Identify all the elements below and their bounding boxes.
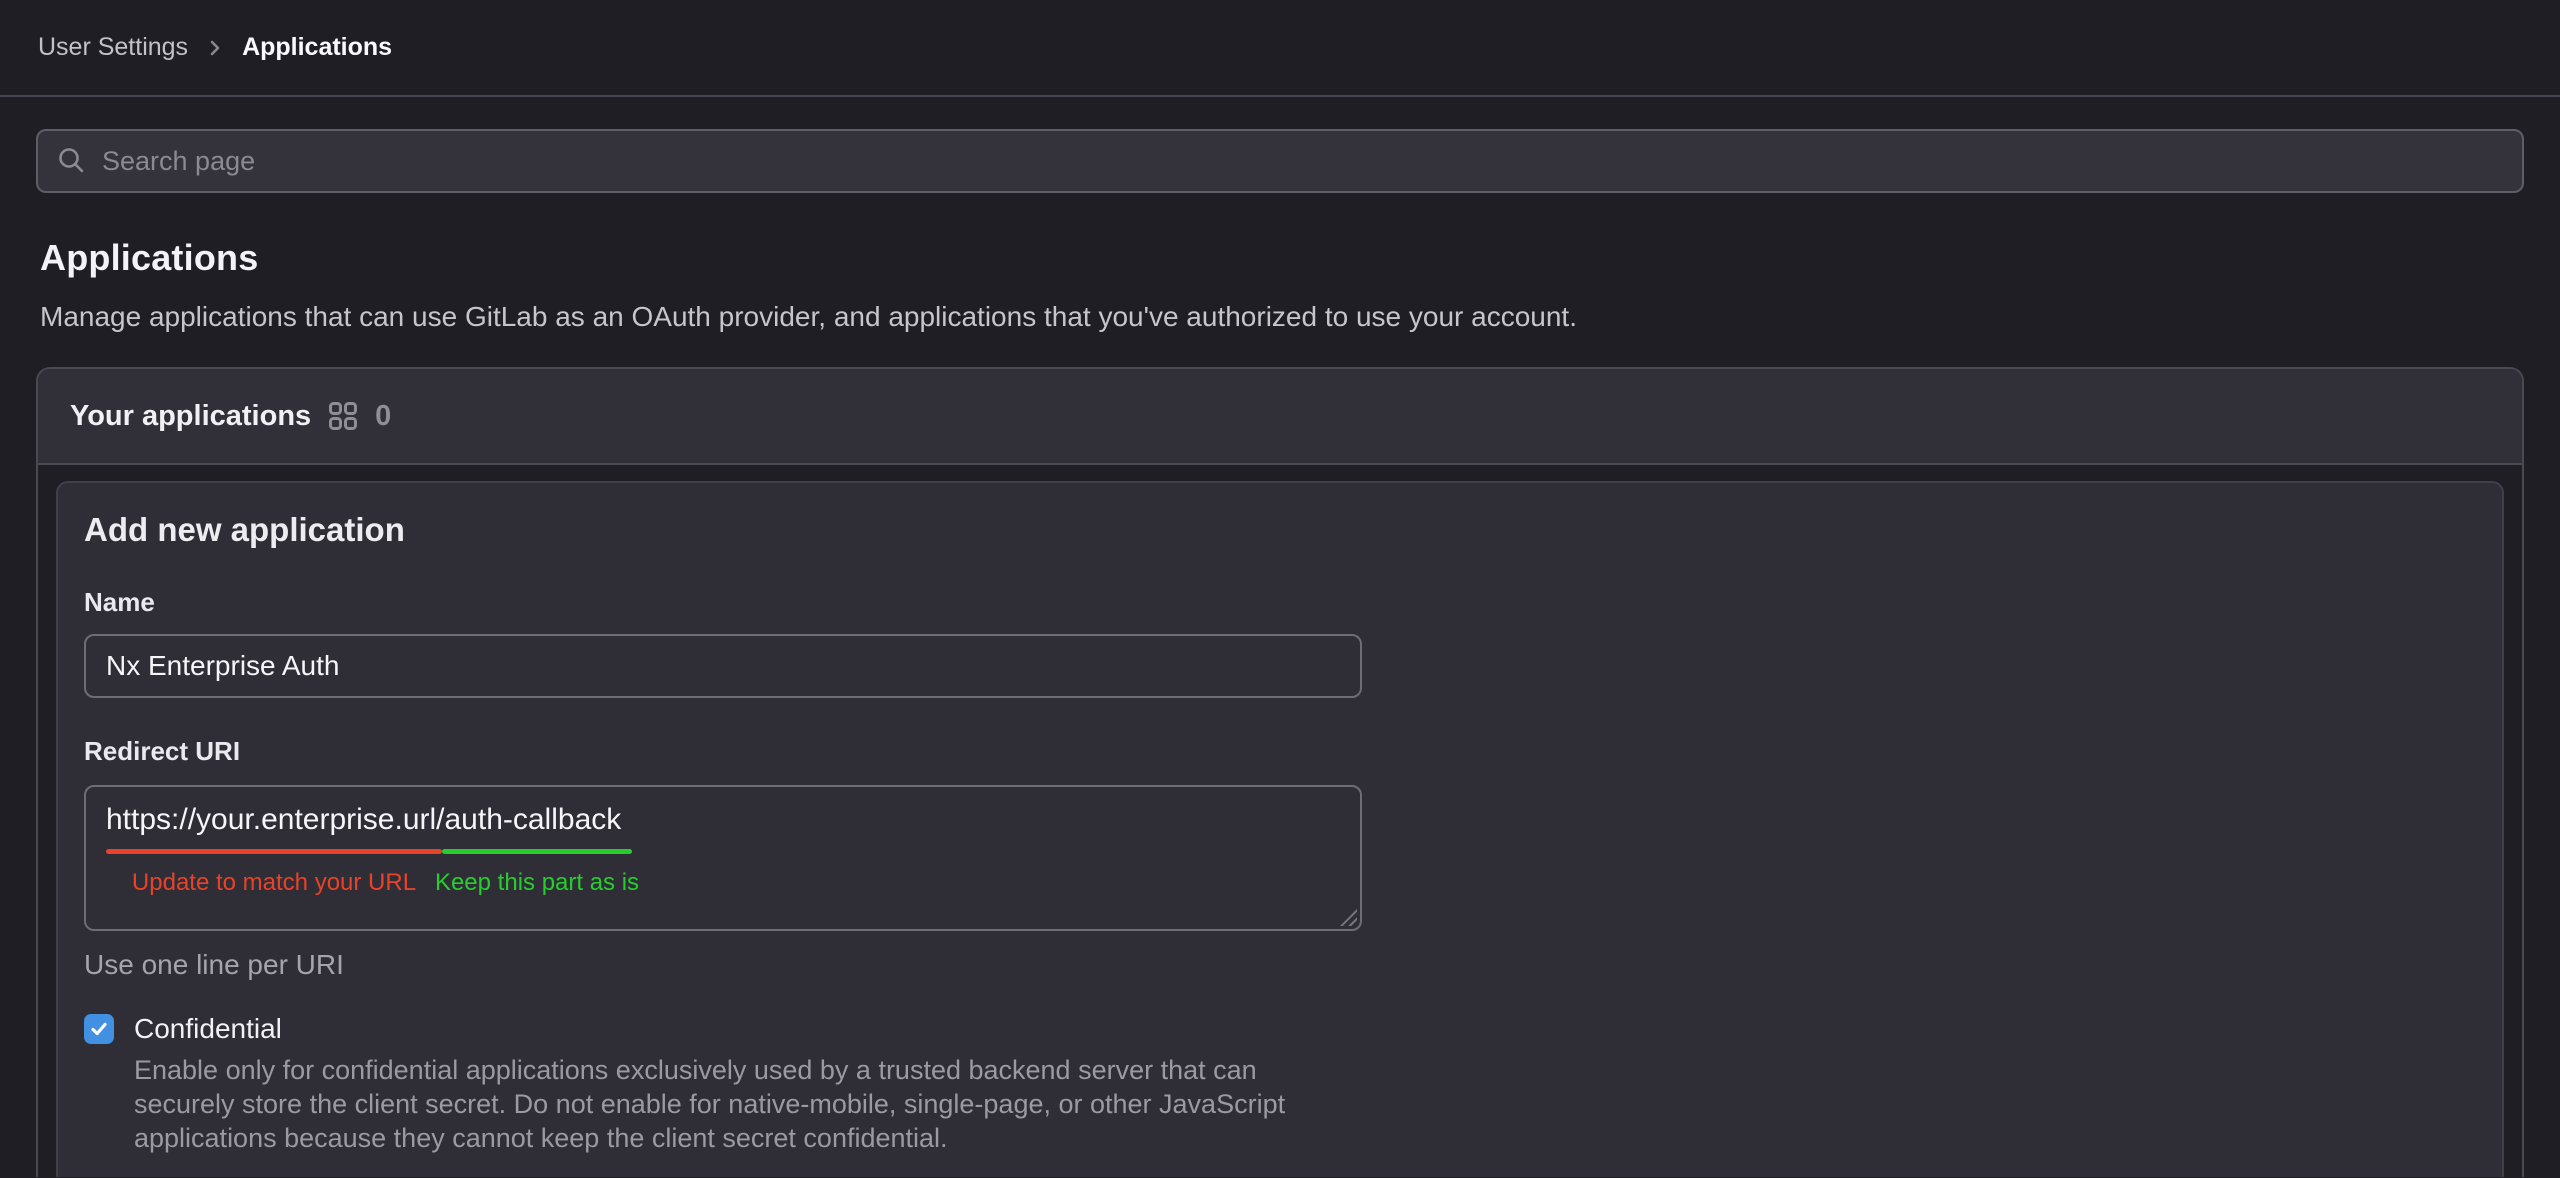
confidential-checkbox[interactable] xyxy=(84,1014,114,1044)
annotation-red-underline xyxy=(106,849,442,854)
add-new-application-card: Add new application Name Redirect URI ht… xyxy=(56,481,2504,1177)
check-icon xyxy=(89,1019,109,1039)
redirect-uri-hint: Use one line per URI xyxy=(84,949,2476,981)
confidential-checkbox-row: Confidential xyxy=(84,1013,2476,1045)
redirect-uri-label: Redirect URI xyxy=(84,736,2476,767)
page-title: Applications xyxy=(40,237,2524,279)
name-label: Name xyxy=(84,587,2476,618)
search-bar xyxy=(36,129,2524,193)
search-input[interactable] xyxy=(102,146,2504,177)
annotation-green-label: Keep this part as is xyxy=(435,869,639,897)
redirect-uri-textarea[interactable]: https://your.enterprise.url/auth-callbac… xyxy=(84,785,1362,931)
applications-grid-icon xyxy=(327,400,359,432)
confidential-label[interactable]: Confidential xyxy=(134,1013,282,1045)
add-new-application-heading: Add new application xyxy=(84,511,2476,549)
redirect-uri-annotation: Update to match your URL Keep this part … xyxy=(106,849,632,897)
applications-count-badge: 0 xyxy=(375,400,391,433)
your-applications-title: Your applications xyxy=(70,400,311,433)
your-applications-header: Your applications 0 xyxy=(38,369,2522,465)
breadcrumb-user-settings[interactable]: User Settings xyxy=(38,33,188,62)
your-applications-section: Your applications 0 Add new application … xyxy=(36,367,2524,1177)
annotation-red-segment: Update to match your URL xyxy=(106,849,442,897)
annotation-green-segment: Keep this part as is xyxy=(442,849,632,897)
top-bar: User Settings Applications xyxy=(0,0,2560,97)
page-description: Manage applications that can use GitLab … xyxy=(40,301,2524,333)
annotation-red-label: Update to match your URL xyxy=(132,869,416,897)
redirect-uri-value: https://your.enterprise.url/auth-callbac… xyxy=(106,803,621,836)
breadcrumb: User Settings Applications xyxy=(38,33,392,62)
confidential-help-text: Enable only for confidential application… xyxy=(134,1053,1344,1155)
breadcrumb-applications: Applications xyxy=(242,33,392,62)
search-icon xyxy=(56,145,88,177)
textarea-resize-handle-icon[interactable] xyxy=(1340,909,1357,926)
application-name-input[interactable] xyxy=(84,634,1362,698)
chevron-right-icon xyxy=(206,37,224,59)
annotation-green-underline xyxy=(442,849,632,854)
page-content: Applications Manage applications that ca… xyxy=(0,129,2560,1177)
